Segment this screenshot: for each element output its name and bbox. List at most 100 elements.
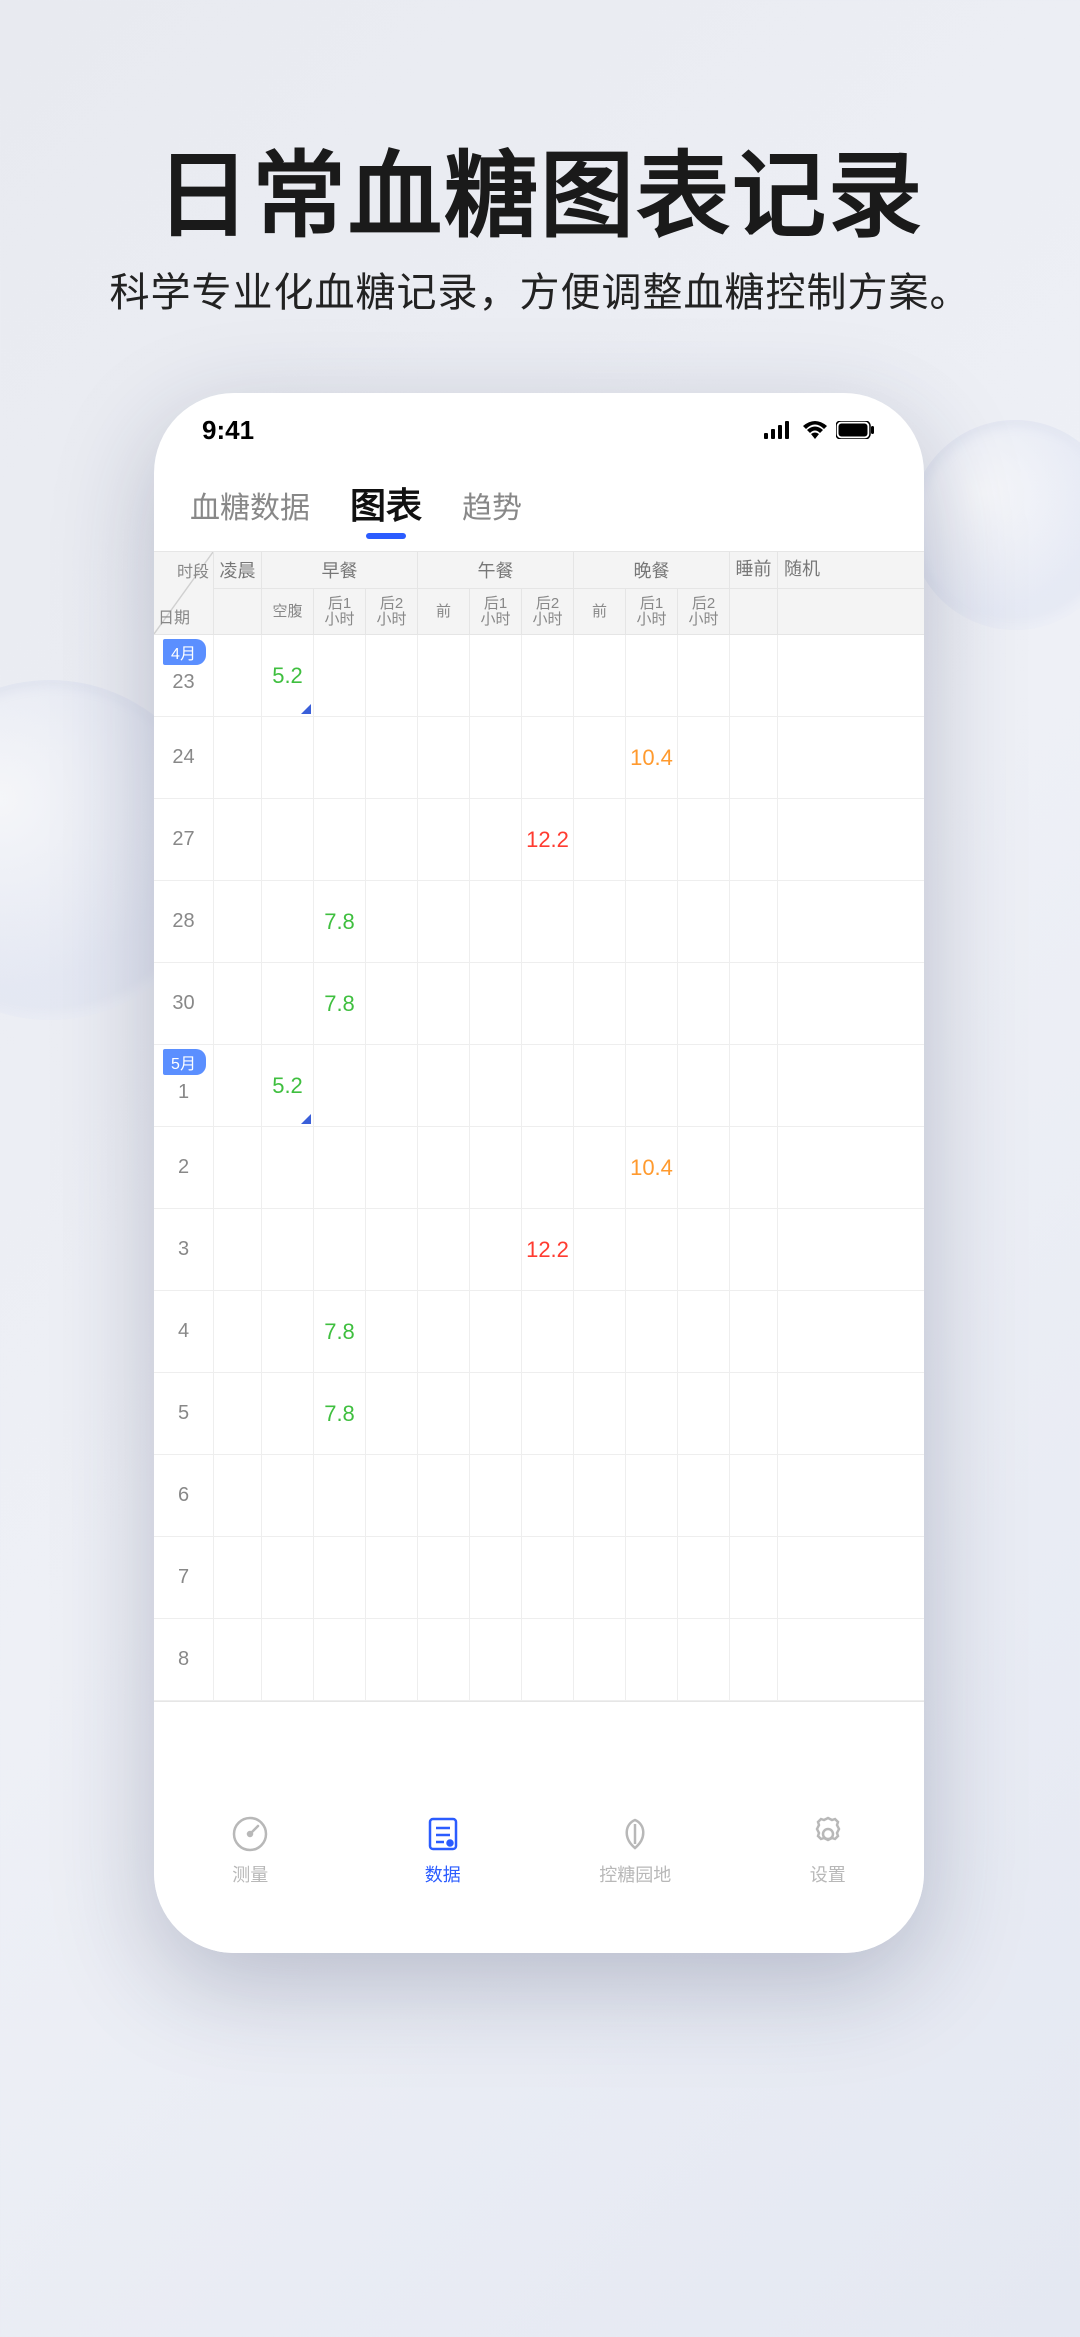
data-cell-zc_h2[interactable] bbox=[366, 1619, 418, 1700]
data-cell-wc_h2[interactable] bbox=[522, 1045, 574, 1126]
data-cell-zc_kf[interactable] bbox=[262, 799, 314, 880]
data-cell-wc_h1[interactable] bbox=[470, 1537, 522, 1618]
data-cell-rand[interactable] bbox=[778, 963, 826, 1044]
data-cell-wc_q[interactable] bbox=[418, 1455, 470, 1536]
data-cell-lc[interactable] bbox=[214, 1291, 262, 1372]
data-cell-sleep[interactable] bbox=[730, 1619, 778, 1700]
tab-trend[interactable]: 趋势 bbox=[462, 483, 522, 527]
data-cell-wc_h2[interactable] bbox=[522, 1537, 574, 1618]
data-cell-sleep[interactable] bbox=[730, 881, 778, 962]
data-cell-wc_q[interactable] bbox=[418, 1619, 470, 1700]
data-cell-wan_h2[interactable] bbox=[678, 1455, 730, 1536]
data-cell-zc_kf[interactable]: 5.2 bbox=[262, 635, 314, 716]
data-cell-zc_h1[interactable]: 7.8 bbox=[314, 1373, 366, 1454]
data-cell-wc_q[interactable] bbox=[418, 1373, 470, 1454]
data-cell-wan_h1[interactable] bbox=[626, 1537, 678, 1618]
data-cell-wc_q[interactable] bbox=[418, 635, 470, 716]
data-cell-wan_h1[interactable] bbox=[626, 1045, 678, 1126]
data-cell-lc[interactable] bbox=[214, 1537, 262, 1618]
data-cell-wc_h2[interactable] bbox=[522, 881, 574, 962]
data-cell-lc[interactable] bbox=[214, 1045, 262, 1126]
data-cell-wan_q[interactable] bbox=[574, 1291, 626, 1372]
data-cell-rand[interactable] bbox=[778, 1209, 826, 1290]
data-cell-wc_q[interactable] bbox=[418, 799, 470, 880]
data-cell-wc_h1[interactable] bbox=[470, 963, 522, 1044]
data-cell-wan_q[interactable] bbox=[574, 1373, 626, 1454]
data-cell-zc_h2[interactable] bbox=[366, 1373, 418, 1454]
data-cell-wan_h1[interactable] bbox=[626, 1373, 678, 1454]
data-cell-sleep[interactable] bbox=[730, 1045, 778, 1126]
data-cell-zc_kf[interactable] bbox=[262, 1291, 314, 1372]
data-cell-rand[interactable] bbox=[778, 1291, 826, 1372]
data-cell-zc_h1[interactable] bbox=[314, 1455, 366, 1536]
data-cell-zc_h2[interactable] bbox=[366, 635, 418, 716]
data-cell-sleep[interactable] bbox=[730, 963, 778, 1044]
data-cell-wc_q[interactable] bbox=[418, 1045, 470, 1126]
data-cell-wan_h1[interactable]: 10.4 bbox=[626, 1127, 678, 1208]
data-cell-sleep[interactable] bbox=[730, 1209, 778, 1290]
data-cell-wan_h2[interactable] bbox=[678, 1127, 730, 1208]
tabbar-measure[interactable]: 测量 bbox=[154, 1813, 347, 1913]
data-cell-rand[interactable] bbox=[778, 1373, 826, 1454]
data-cell-zc_kf[interactable] bbox=[262, 717, 314, 798]
data-cell-zc_kf[interactable]: 5.2 bbox=[262, 1045, 314, 1126]
data-cell-wc_h2[interactable] bbox=[522, 1127, 574, 1208]
data-cell-wc_h2[interactable] bbox=[522, 1619, 574, 1700]
data-cell-wan_h2[interactable] bbox=[678, 881, 730, 962]
data-cell-wc_q[interactable] bbox=[418, 881, 470, 962]
data-cell-zc_kf[interactable] bbox=[262, 881, 314, 962]
data-cell-zc_h1[interactable] bbox=[314, 1209, 366, 1290]
data-cell-zc_h1[interactable] bbox=[314, 1127, 366, 1208]
data-cell-wan_h1[interactable] bbox=[626, 1455, 678, 1536]
data-cell-zc_kf[interactable] bbox=[262, 1455, 314, 1536]
data-cell-zc_kf[interactable] bbox=[262, 963, 314, 1044]
data-cell-sleep[interactable] bbox=[730, 1537, 778, 1618]
data-cell-zc_h1[interactable] bbox=[314, 1537, 366, 1618]
data-cell-wc_h1[interactable] bbox=[470, 1619, 522, 1700]
data-cell-rand[interactable] bbox=[778, 1537, 826, 1618]
data-cell-zc_h1[interactable]: 7.8 bbox=[314, 1291, 366, 1372]
data-cell-wc_q[interactable] bbox=[418, 1291, 470, 1372]
data-cell-zc_kf[interactable] bbox=[262, 1373, 314, 1454]
data-cell-wc_h2[interactable]: 12.2 bbox=[522, 799, 574, 880]
data-cell-zc_h2[interactable] bbox=[366, 799, 418, 880]
data-cell-zc_h2[interactable] bbox=[366, 1291, 418, 1372]
data-cell-rand[interactable] bbox=[778, 881, 826, 962]
data-cell-zc_h1[interactable] bbox=[314, 799, 366, 880]
tabbar-garden[interactable]: 控糖园地 bbox=[539, 1813, 732, 1913]
data-cell-zc_kf[interactable] bbox=[262, 1619, 314, 1700]
data-cell-wan_q[interactable] bbox=[574, 881, 626, 962]
data-cell-wc_h1[interactable] bbox=[470, 881, 522, 962]
data-cell-wc_h1[interactable] bbox=[470, 1209, 522, 1290]
data-cell-wc_h1[interactable] bbox=[470, 1455, 522, 1536]
data-cell-lc[interactable] bbox=[214, 1209, 262, 1290]
data-cell-zc_h2[interactable] bbox=[366, 1127, 418, 1208]
data-cell-wc_h2[interactable]: 12.2 bbox=[522, 1209, 574, 1290]
data-cell-zc_h1[interactable] bbox=[314, 1045, 366, 1126]
data-cell-lc[interactable] bbox=[214, 1619, 262, 1700]
data-cell-wc_h1[interactable] bbox=[470, 1373, 522, 1454]
data-cell-wan_q[interactable] bbox=[574, 1455, 626, 1536]
data-cell-lc[interactable] bbox=[214, 635, 262, 716]
data-cell-wan_h2[interactable] bbox=[678, 799, 730, 880]
data-cell-wan_h2[interactable] bbox=[678, 1045, 730, 1126]
data-cell-zc_h2[interactable] bbox=[366, 1209, 418, 1290]
data-cell-lc[interactable] bbox=[214, 963, 262, 1044]
data-cell-sleep[interactable] bbox=[730, 717, 778, 798]
data-cell-wan_q[interactable] bbox=[574, 635, 626, 716]
data-cell-wc_h1[interactable] bbox=[470, 1127, 522, 1208]
data-cell-wan_q[interactable] bbox=[574, 1619, 626, 1700]
data-cell-zc_h1[interactable]: 7.8 bbox=[314, 881, 366, 962]
data-cell-zc_h2[interactable] bbox=[366, 963, 418, 1044]
data-cell-zc_h2[interactable] bbox=[366, 1455, 418, 1536]
data-cell-sleep[interactable] bbox=[730, 1373, 778, 1454]
data-cell-rand[interactable] bbox=[778, 1045, 826, 1126]
data-cell-lc[interactable] bbox=[214, 1373, 262, 1454]
data-cell-wan_h1[interactable] bbox=[626, 963, 678, 1044]
data-cell-wc_q[interactable] bbox=[418, 717, 470, 798]
data-cell-wan_h2[interactable] bbox=[678, 1291, 730, 1372]
data-cell-wan_q[interactable] bbox=[574, 1127, 626, 1208]
data-cell-rand[interactable] bbox=[778, 1127, 826, 1208]
data-cell-wan_h1[interactable] bbox=[626, 1291, 678, 1372]
data-cell-lc[interactable] bbox=[214, 1455, 262, 1536]
